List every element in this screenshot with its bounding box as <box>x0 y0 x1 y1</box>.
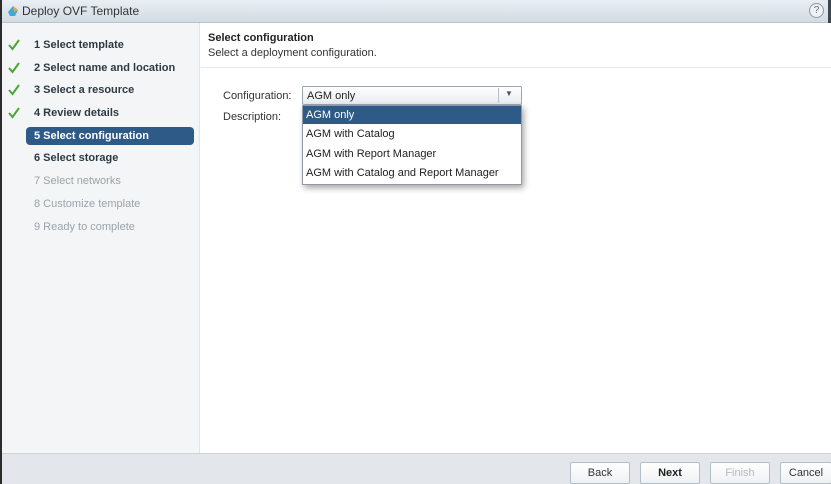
checkmark-icon <box>8 39 20 51</box>
step-label: 8 Customize template <box>34 198 141 210</box>
window-title: Deploy OVF Template <box>22 4 140 18</box>
step-select-configuration[interactable]: 5 Select configuration <box>26 127 194 145</box>
vsphere-app-icon <box>8 6 18 16</box>
step-select-storage[interactable]: 6 Select storage <box>6 149 194 167</box>
option-agm-with-report-manager[interactable]: AGM with Report Manager <box>303 145 521 163</box>
header-divider <box>201 67 831 68</box>
step-select-template[interactable]: 1 Select template <box>6 36 194 54</box>
step-label: 4 Review details <box>34 107 119 119</box>
option-agm-with-catalog[interactable]: AGM with Catalog <box>303 125 521 143</box>
step-label: 6 Select storage <box>34 152 119 164</box>
step-label: 5 Select configuration <box>34 130 149 142</box>
checkmark-icon <box>8 62 20 74</box>
configuration-select-value: AGM only <box>307 90 356 102</box>
page-subtitle: Select a deployment configuration. <box>208 47 377 59</box>
step-label: 2 Select name and location <box>34 62 176 74</box>
step-label: 7 Select networks <box>34 175 121 187</box>
step-select-resource[interactable]: 3 Select a resource <box>6 81 194 99</box>
step-select-networks: 7 Select networks <box>6 172 194 190</box>
option-agm-only[interactable]: AGM only <box>303 106 521 124</box>
cancel-button[interactable]: Cancel <box>780 462 831 484</box>
step-customize-template: 8 Customize template <box>6 195 194 213</box>
step-select-name-location[interactable]: 2 Select name and location <box>6 59 194 77</box>
back-button[interactable]: Back <box>570 462 630 484</box>
option-agm-with-catalog-and-report-manager[interactable]: AGM with Catalog and Report Manager <box>303 164 521 182</box>
deploy-ovf-dialog: Deploy OVF Template ? 1 Select template … <box>0 0 831 484</box>
page-title: Select configuration <box>208 32 314 44</box>
title-bar: Deploy OVF Template ? <box>2 0 831 23</box>
wizard-footer: Back Next Finish Cancel <box>2 453 831 484</box>
configuration-dropdown-list: AGM only AGM with Catalog AGM with Repor… <box>302 105 522 185</box>
step-label: 9 Ready to complete <box>34 221 135 233</box>
step-review-details[interactable]: 4 Review details <box>6 104 194 122</box>
configuration-label: Configuration: <box>223 90 292 102</box>
checkmark-icon <box>8 84 20 96</box>
finish-button: Finish <box>710 462 770 484</box>
main-content: Select configuration Select a deployment… <box>201 23 831 453</box>
step-ready-to-complete: 9 Ready to complete <box>6 218 194 236</box>
wizard-steps: 1 Select template 2 Select name and loca… <box>2 23 200 453</box>
description-label: Description: <box>223 111 282 123</box>
step-label: 3 Select a resource <box>34 84 135 96</box>
checkmark-icon <box>8 107 20 119</box>
chevron-down-icon: ▼ <box>505 89 513 98</box>
step-label: 1 Select template <box>34 39 124 51</box>
help-icon[interactable]: ? <box>809 3 824 18</box>
next-button[interactable]: Next <box>640 462 700 484</box>
configuration-select[interactable]: AGM only ▼ <box>302 86 522 105</box>
dropdown-toggle[interactable]: ▼ <box>498 88 518 103</box>
